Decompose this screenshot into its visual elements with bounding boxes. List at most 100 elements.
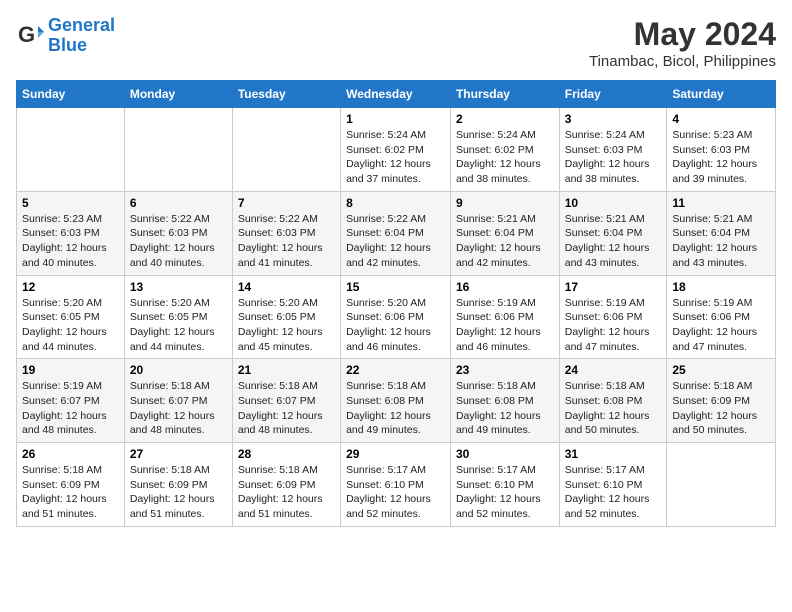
day-number: 3 [565,112,662,126]
day-number: 7 [238,196,335,210]
day-info: Sunrise: 5:18 AMSunset: 6:08 PMDaylight:… [456,379,554,438]
day-info: Sunrise: 5:22 AMSunset: 6:04 PMDaylight:… [346,212,445,271]
calendar-cell [124,108,232,192]
day-number: 26 [22,447,119,461]
calendar-cell: 13Sunrise: 5:20 AMSunset: 6:05 PMDayligh… [124,275,232,359]
calendar-cell [17,108,125,192]
day-info: Sunrise: 5:18 AMSunset: 6:07 PMDaylight:… [130,379,227,438]
calendar-cell: 8Sunrise: 5:22 AMSunset: 6:04 PMDaylight… [341,191,451,275]
day-info: Sunrise: 5:24 AMSunset: 6:02 PMDaylight:… [346,128,445,187]
day-info: Sunrise: 5:20 AMSunset: 6:05 PMDaylight:… [238,296,335,355]
day-number: 29 [346,447,445,461]
day-number: 21 [238,363,335,377]
calendar-cell: 2 Sunrise: 5:24 AMSunset: 6:02 PMDaylight… [450,108,559,192]
weekday-header-sunday: Sunday [17,81,125,108]
month-year: May 2024 [589,16,776,53]
weekday-header-wednesday: Wednesday [341,81,451,108]
calendar-cell: 20 Sunrise: 5:18 AMSunset: 6:07 PMDayligh… [124,359,232,443]
day-number: 23 [456,363,554,377]
day-info: Sunrise: 5:18 AMSunset: 6:08 PMDaylight:… [565,379,662,438]
day-info: Sunrise: 5:21 AMSunset: 6:04 PMDaylight:… [672,212,770,271]
calendar-cell: 3 Sunrise: 5:24 AMSunset: 6:03 PMDaylight… [559,108,667,192]
day-info: Sunrise: 5:24 AMSunset: 6:02 PMDaylight:… [456,128,554,187]
day-info: Sunrise: 5:20 AMSunset: 6:05 PMDaylight:… [130,296,227,355]
day-info: Sunrise: 5:17 AMSunset: 6:10 PMDaylight:… [456,463,554,522]
day-number: 1 [346,112,445,126]
day-info: Sunrise: 5:17 AMSunset: 6:10 PMDaylight:… [346,463,445,522]
day-number: 4 [672,112,770,126]
day-info: Sunrise: 5:19 AMSunset: 6:06 PMDaylight:… [456,296,554,355]
calendar-cell: 24 Sunrise: 5:18 AMSunset: 6:08 PMDayligh… [559,359,667,443]
calendar-body: 1 Sunrise: 5:24 AMSunset: 6:02 PMDaylight… [17,108,776,527]
day-number: 2 [456,112,554,126]
calendar-cell: 26 Sunrise: 5:18 AMSunset: 6:09 PMDayligh… [17,443,125,527]
calendar-cell: 17Sunrise: 5:19 AMSunset: 6:06 PMDayligh… [559,275,667,359]
weekday-header-saturday: Saturday [667,81,776,108]
calendar-cell: 29 Sunrise: 5:17 AMSunset: 6:10 PMDayligh… [341,443,451,527]
weekday-header-tuesday: Tuesday [232,81,340,108]
day-number: 27 [130,447,227,461]
calendar-cell: 6 Sunrise: 5:22 AMSunset: 6:03 PMDaylight… [124,191,232,275]
calendar-table: SundayMondayTuesdayWednesdayThursdayFrid… [16,80,776,527]
day-info: Sunrise: 5:20 AMSunset: 6:06 PMDaylight:… [346,296,445,355]
logo-text: General Blue [48,16,115,56]
day-info: Sunrise: 5:20 AMSunset: 6:05 PMDaylight:… [22,296,119,355]
weekday-header-friday: Friday [559,81,667,108]
calendar-cell: 25 Sunrise: 5:18 AMSunset: 6:09 PMDayligh… [667,359,776,443]
logo-line2: Blue [48,35,87,55]
day-info: Sunrise: 5:17 AMSunset: 6:10 PMDaylight:… [565,463,662,522]
calendar-cell: 16 Sunrise: 5:19 AMSunset: 6:06 PMDayligh… [450,275,559,359]
calendar-week-3: 12Sunrise: 5:20 AMSunset: 6:05 PMDayligh… [17,275,776,359]
calendar-cell: 12Sunrise: 5:20 AMSunset: 6:05 PMDayligh… [17,275,125,359]
day-number: 31 [565,447,662,461]
day-info: Sunrise: 5:22 AMSunset: 6:03 PMDaylight:… [238,212,335,271]
title-block: May 2024 Tinambac, Bicol, Philippines [589,16,776,70]
day-info: Sunrise: 5:22 AMSunset: 6:03 PMDaylight:… [130,212,227,271]
day-number: 5 [22,196,119,210]
calendar-cell: 31 Sunrise: 5:17 AMSunset: 6:10 PMDayligh… [559,443,667,527]
day-number: 24 [565,363,662,377]
day-info: Sunrise: 5:18 AMSunset: 6:09 PMDaylight:… [672,379,770,438]
calendar-cell: 22Sunrise: 5:18 AMSunset: 6:08 PMDayligh… [341,359,451,443]
day-number: 25 [672,363,770,377]
day-info: Sunrise: 5:18 AMSunset: 6:07 PMDaylight:… [238,379,335,438]
day-number: 30 [456,447,554,461]
day-info: Sunrise: 5:21 AMSunset: 6:04 PMDaylight:… [565,212,662,271]
page-header: G General Blue May 2024 Tinambac, Bicol,… [16,16,776,70]
day-info: Sunrise: 5:18 AMSunset: 6:09 PMDaylight:… [22,463,119,522]
day-number: 15 [346,280,445,294]
calendar-cell: 23 Sunrise: 5:18 AMSunset: 6:08 PMDayligh… [450,359,559,443]
day-info: Sunrise: 5:18 AMSunset: 6:09 PMDaylight:… [130,463,227,522]
logo-icon: G [16,22,44,50]
calendar-cell: 4Sunrise: 5:23 AMSunset: 6:03 PMDaylight… [667,108,776,192]
calendar-cell: 21 Sunrise: 5:18 AMSunset: 6:07 PMDayligh… [232,359,340,443]
logo: G General Blue [16,16,115,56]
day-number: 18 [672,280,770,294]
day-number: 19 [22,363,119,377]
location: Tinambac, Bicol, Philippines [589,53,776,70]
calendar-cell: 7 Sunrise: 5:22 AMSunset: 6:03 PMDaylight… [232,191,340,275]
day-info: Sunrise: 5:24 AMSunset: 6:03 PMDaylight:… [565,128,662,187]
day-number: 20 [130,363,227,377]
calendar-cell: 30 Sunrise: 5:17 AMSunset: 6:10 PMDayligh… [450,443,559,527]
calendar-cell: 11Sunrise: 5:21 AMSunset: 6:04 PMDayligh… [667,191,776,275]
logo-line1: General [48,15,115,35]
day-number: 16 [456,280,554,294]
day-info: Sunrise: 5:23 AMSunset: 6:03 PMDaylight:… [22,212,119,271]
calendar-week-2: 5 Sunrise: 5:23 AMSunset: 6:03 PMDaylight… [17,191,776,275]
calendar-cell: 27 Sunrise: 5:18 AMSunset: 6:09 PMDayligh… [124,443,232,527]
day-number: 28 [238,447,335,461]
day-number: 6 [130,196,227,210]
day-number: 14 [238,280,335,294]
calendar-week-4: 19Sunrise: 5:19 AMSunset: 6:07 PMDayligh… [17,359,776,443]
calendar-week-1: 1 Sunrise: 5:24 AMSunset: 6:02 PMDaylight… [17,108,776,192]
calendar-cell [232,108,340,192]
day-info: Sunrise: 5:18 AMSunset: 6:09 PMDaylight:… [238,463,335,522]
calendar-cell: 28 Sunrise: 5:18 AMSunset: 6:09 PMDayligh… [232,443,340,527]
weekday-header-thursday: Thursday [450,81,559,108]
weekday-header-monday: Monday [124,81,232,108]
calendar-cell: 14 Sunrise: 5:20 AMSunset: 6:05 PMDayligh… [232,275,340,359]
weekday-header-row: SundayMondayTuesdayWednesdayThursdayFrid… [17,81,776,108]
calendar-cell [667,443,776,527]
svg-text:G: G [18,22,35,47]
